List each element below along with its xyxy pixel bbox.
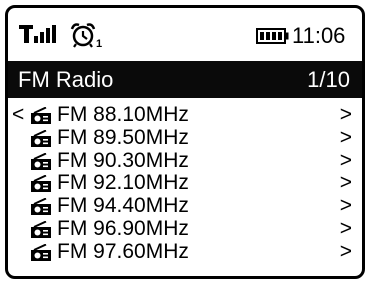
battery-full-icon: [256, 28, 289, 44]
radio-icon: [31, 129, 51, 147]
radio-icon: [31, 152, 51, 170]
radio-icon: [31, 243, 51, 261]
station-list-item[interactable]: FM 96.90MHz >: [8, 216, 362, 241]
radio-icon: [31, 220, 51, 238]
status-bar: 1 11:06: [8, 8, 362, 56]
radio-display: 1 11:06 FM Radio 1/10 < FM 88.10MHz > FM…: [5, 5, 365, 279]
chevron-right-icon: >: [339, 194, 352, 218]
chevron-right-icon: >: [339, 239, 352, 263]
alarm-clock-icon: [70, 23, 96, 48]
page-title: FM Radio: [18, 67, 114, 92]
station-label: FM 94.40MHz: [57, 194, 189, 218]
station-label: FM 90.30MHz: [57, 148, 189, 172]
station-label: FM 89.50MHz: [57, 125, 189, 149]
alarm-number: 1: [96, 38, 103, 50]
chevron-right-icon: >: [339, 216, 352, 240]
radio-icon: [31, 107, 51, 124]
station-list-item[interactable]: FM 97.60MHz >: [8, 239, 362, 264]
signal-strength-icon: [19, 25, 56, 43]
title-bar: FM Radio 1/10: [8, 61, 362, 98]
radio-icon: [31, 198, 51, 216]
station-list-item[interactable]: FM 89.50MHz >: [8, 125, 362, 150]
radio-icon: [31, 175, 51, 193]
station-list-item[interactable]: FM 94.40MHz >: [8, 195, 362, 218]
chevron-right-icon: >: [339, 103, 352, 126]
chevron-right-icon: >: [339, 125, 352, 149]
station-list-item[interactable]: FM 92.10MHz >: [8, 172, 362, 195]
station-label: FM 97.60MHz: [57, 239, 189, 263]
station-label: FM 88.10MHz: [57, 103, 189, 126]
chevron-right-icon: >: [339, 148, 352, 172]
station-list: < FM 88.10MHz > FM 89.50MHz > FM 90.30MH…: [8, 104, 362, 264]
station-label: FM 96.90MHz: [57, 216, 189, 240]
station-list-item[interactable]: < FM 88.10MHz >: [8, 104, 362, 127]
station-list-item[interactable]: FM 90.30MHz >: [8, 148, 362, 173]
chevron-right-icon: >: [339, 171, 352, 195]
back-arrow-icon[interactable]: <: [12, 104, 24, 126]
station-label: FM 92.10MHz: [57, 171, 189, 195]
page-position: 1/10: [307, 67, 350, 92]
clock-time: 11:06: [292, 23, 346, 48]
